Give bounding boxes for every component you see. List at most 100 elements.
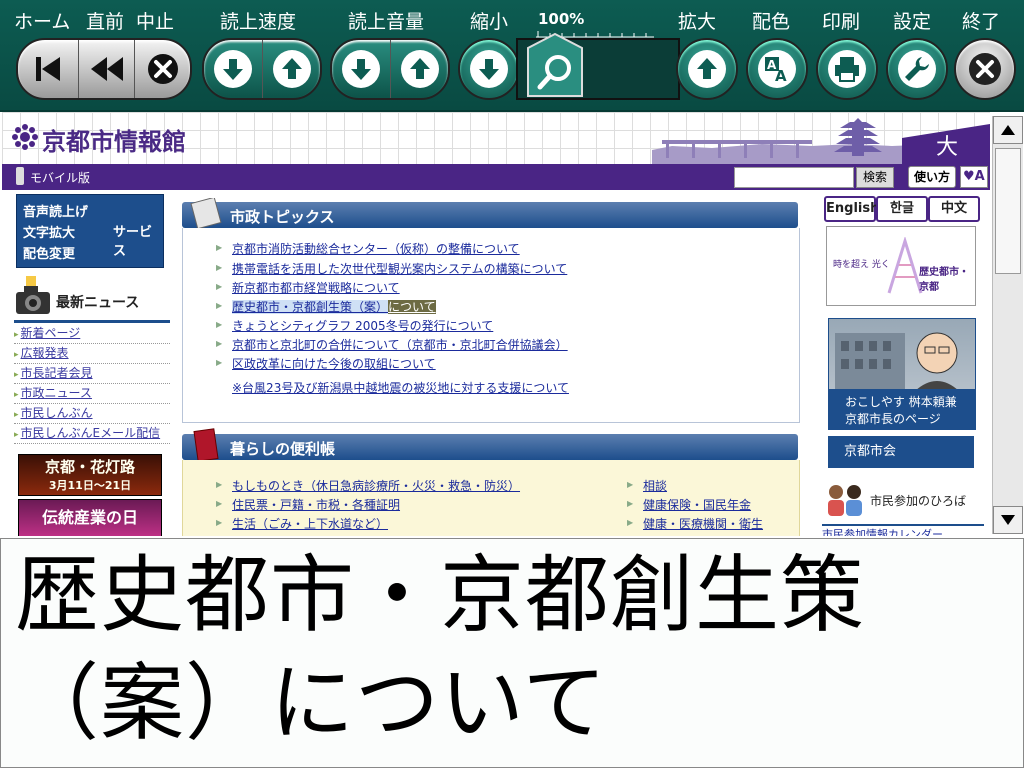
living-section-title: 暮らしの便利帳 — [182, 428, 798, 462]
topic-link[interactable]: きょうとシティグラフ 2005冬号の発行について — [216, 317, 493, 334]
city-hall-icon — [835, 332, 959, 391]
lang-english-button[interactable]: English — [824, 196, 879, 222]
settings-label: 設定 — [893, 11, 932, 33]
speed-down-button[interactable] — [204, 40, 262, 98]
living-link[interactable]: もしものとき（休日急病診療所・火災・救急・防災） — [216, 477, 520, 494]
stop-button[interactable] — [134, 40, 190, 98]
news-title: 最新ニュース — [56, 295, 140, 311]
volume-down-button[interactable] — [332, 40, 390, 98]
site-search-input[interactable] — [734, 167, 854, 188]
home-label: ホーム — [14, 11, 71, 33]
news-heading: 最新ニュース — [14, 274, 172, 318]
news-item[interactable]: 広報発表 — [14, 344, 170, 364]
living-link[interactable]: 相談 — [627, 477, 667, 494]
site-logo[interactable]: 京都市情報館 — [42, 122, 186, 157]
scroll-thumb[interactable] — [995, 148, 1021, 274]
news-item[interactable]: 市長記者会見 — [14, 364, 170, 384]
hanatouro-banner[interactable]: 京都・花灯路 3月11日〜21日 — [18, 454, 162, 496]
topic-link[interactable]: 携帯電話を活用した次世代型観光案内システムの構築について — [216, 260, 567, 277]
prev-button[interactable] — [78, 40, 135, 98]
arrow-up-icon — [410, 58, 430, 79]
page-scrollbar[interactable] — [992, 116, 1023, 534]
zoom-handle[interactable] — [526, 32, 584, 98]
topic-link[interactable]: 区政改革に向けた今後の取組について — [216, 355, 436, 372]
topic-link-highlighted[interactable]: 歴史都市・京都創生策（案）について — [216, 298, 436, 315]
playback-controls — [16, 38, 192, 100]
topics-section-title: 市政トピックス — [182, 198, 798, 228]
print-button[interactable] — [816, 38, 878, 100]
living-link[interactable]: 健康保険・国民年金 — [627, 496, 751, 513]
svg-text:大: 大 — [936, 135, 958, 160]
triangle-down-icon — [1001, 515, 1015, 525]
site-nav-bar: モバイル版 検索 使い方 ♥A — [2, 164, 990, 190]
living-link[interactable]: 住民票・戸籍・市税・各種証明 — [216, 496, 400, 513]
home-button[interactable] — [18, 40, 78, 98]
printer-icon — [835, 57, 859, 82]
news-item[interactable]: 市民しんぶん — [14, 404, 170, 424]
arrow-down-icon — [351, 59, 371, 80]
wrench-icon — [905, 57, 929, 81]
volume-controls — [330, 38, 450, 100]
exit-button[interactable] — [954, 38, 1016, 100]
speed-controls — [202, 38, 322, 100]
color-change-button[interactable]: ♥A — [960, 166, 988, 188]
lang-korean-button[interactable]: 한글 — [876, 196, 928, 222]
triangle-up-icon — [1001, 125, 1015, 135]
temple-silhouette-icon: 大 — [652, 118, 990, 164]
topic-link[interactable]: ※台風23号及び新潟県中越地震の被災地に対する支援について — [232, 379, 569, 396]
svc-color-change: 配色変更 — [23, 247, 76, 262]
news-item[interactable]: 市政ニュース — [14, 384, 170, 404]
reading-text-panel: 歴史都市・京都創生策（案）について — [0, 538, 1024, 768]
accessibility-service-box[interactable]: 音声読上げ 文字拡大 配色変更 サービス — [16, 194, 164, 268]
stop-icon — [148, 54, 178, 84]
book-icon — [193, 428, 219, 462]
topic-link[interactable]: 新京都市都市経営戦略について — [216, 279, 400, 296]
settings-button[interactable] — [886, 38, 948, 100]
city-emblem-icon — [12, 124, 38, 150]
camera-icon — [16, 276, 50, 314]
rewind-icon — [91, 57, 123, 81]
zoom-level: 100% — [538, 10, 585, 28]
close-icon — [969, 53, 1001, 85]
people-icon — [828, 485, 862, 516]
mayor-page-banner[interactable]: おこしやす 桝本頼兼 京都市長のページ — [828, 318, 976, 430]
shrink-label: 縮小 — [470, 11, 509, 33]
prev-label: 直前 — [86, 11, 125, 33]
svc-label: サービス — [113, 225, 153, 259]
arrow-up-icon — [697, 58, 717, 79]
speed-up-button[interactable] — [262, 40, 320, 98]
topic-link[interactable]: 京都市と京北町の合併について（京都市・京北町合併協議会） — [216, 336, 568, 353]
living-link[interactable]: 生活（ごみ・上下水道など） — [216, 515, 388, 532]
speed-label: 読上速度 — [220, 11, 297, 33]
lang-chinese-button[interactable]: 中文 — [928, 196, 980, 222]
shrink-button[interactable] — [458, 38, 520, 100]
print-label: 印刷 — [822, 11, 861, 33]
city-council-button[interactable]: 京都市会 — [828, 436, 974, 468]
volume-label: 読上音量 — [348, 11, 425, 33]
news-item[interactable]: 新着ページ — [14, 324, 170, 344]
traditional-industry-banner[interactable]: 伝統産業の日 — [18, 499, 162, 536]
current-reading-text: 歴史都市・京都創生策（案）について — [15, 546, 866, 752]
scroll-down-button[interactable] — [993, 506, 1023, 534]
kyoto-revival-banner[interactable]: 時を超え 光く 歴史都市・京都 — [826, 226, 976, 306]
arrow-down-icon — [479, 59, 499, 80]
arrow-up-icon — [282, 58, 302, 79]
usage-button[interactable]: 使い方 — [908, 166, 957, 188]
search-button[interactable]: 検索 — [856, 167, 895, 188]
reader-toolbar: ホーム 直前 中止 読上速度 読上音量 縮小 100% 拡大 配色 印刷 設定 … — [0, 0, 1024, 112]
citizen-calendar-link[interactable]: 市民参加情報カレンダー — [822, 524, 984, 536]
enlarge-button[interactable] — [676, 38, 738, 100]
living-link[interactable]: 健康・医療機関・衛生 — [627, 515, 763, 532]
stop-label: 中止 — [136, 11, 175, 33]
color-button[interactable]: A A — [746, 38, 808, 100]
skip-to-start-icon — [36, 57, 60, 81]
color-label: 配色 — [752, 11, 791, 33]
news-item[interactable]: 市民しんぶんEメール配信 — [14, 424, 170, 444]
scroll-up-button[interactable] — [993, 116, 1023, 144]
magnifier-icon — [527, 32, 583, 97]
volume-up-button[interactable] — [390, 40, 448, 98]
news-divider — [14, 320, 170, 323]
mobile-version-link[interactable]: モバイル版 — [30, 169, 90, 186]
svc-text-enlarge: 文字拡大 — [23, 226, 76, 241]
topic-link[interactable]: 京都市消防活動総合センター（仮称）の整備について — [216, 240, 520, 257]
